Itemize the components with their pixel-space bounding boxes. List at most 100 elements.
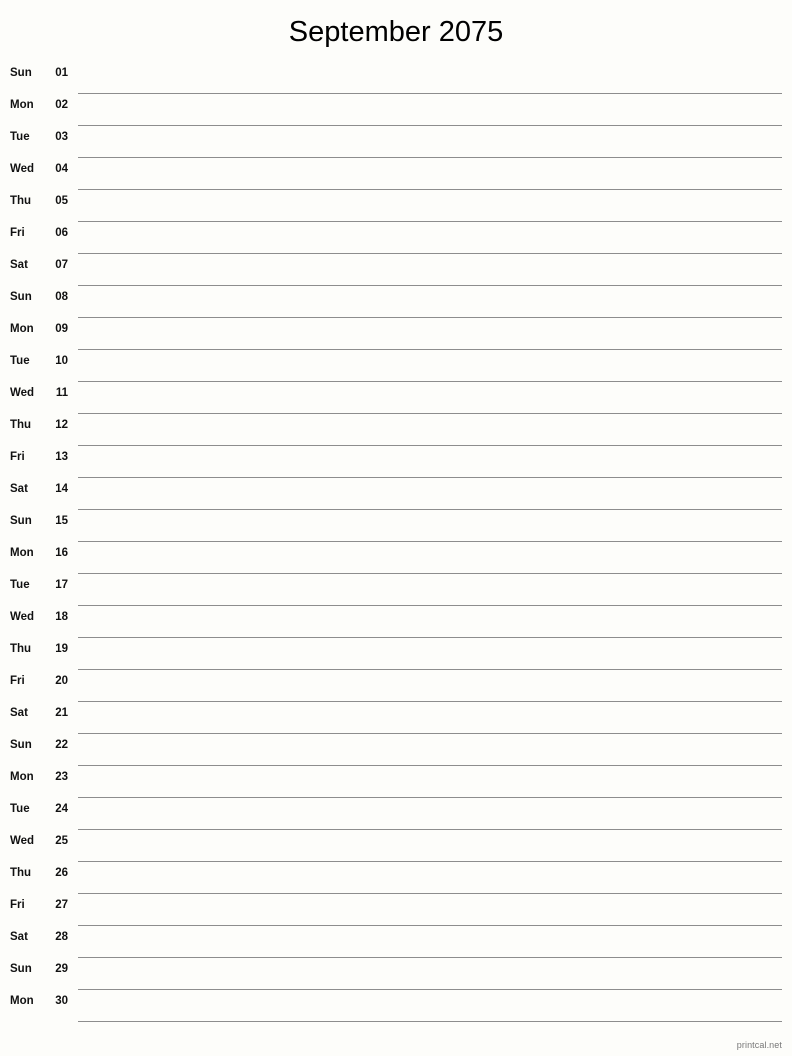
day-weekday-label: Wed [10,163,35,175]
day-notes-writing-line[interactable] [78,350,782,382]
day-notes-writing-line[interactable] [78,158,782,190]
day-number-label: 12 [55,419,68,431]
day-row: Tue 17 [0,574,792,606]
day-notes-writing-line[interactable] [78,126,782,158]
day-notes-writing-line[interactable] [78,222,782,254]
day-weekday-label: Sat [10,483,28,495]
day-notes-writing-line[interactable] [78,958,782,990]
day-row: Wed 25 [0,830,792,862]
day-row: Sat 14 [0,478,792,510]
day-row: Thu 19 [0,638,792,670]
day-weekday-label: Wed [10,835,35,847]
day-weekday-label: Tue [10,355,30,367]
day-number-label: 22 [55,739,68,751]
day-weekday-label: Sat [10,931,28,943]
day-notes-writing-line[interactable] [78,478,782,510]
day-notes-writing-line[interactable] [78,446,782,478]
day-row: Mon 02 [0,94,792,126]
day-notes-writing-line[interactable] [78,990,782,1022]
day-number-label: 29 [55,963,68,975]
day-number-label: 16 [55,547,68,559]
day-row: Sun 15 [0,510,792,542]
day-weekday-label: Sat [10,259,28,271]
day-number-label: 11 [55,387,68,399]
day-weekday-label: Tue [10,131,30,143]
day-number-label: 13 [55,451,68,463]
day-row: Sun 29 [0,958,792,990]
day-row: Mon 30 [0,990,792,1022]
day-row: Fri 06 [0,222,792,254]
day-rows-list: Sun 01 Mon 02 Tue 03 Wed 04 Thu 05 Fri 06 Sat 07 Sun 08… [0,62,792,1022]
day-number-label: 01 [55,67,68,79]
day-row: Thu 26 [0,862,792,894]
day-row: Fri 20 [0,670,792,702]
day-number-label: 20 [55,675,68,687]
day-notes-writing-line[interactable] [78,286,782,318]
day-notes-writing-line[interactable] [78,414,782,446]
day-row: Sat 07 [0,254,792,286]
day-weekday-label: Sun [10,291,32,303]
day-number-label: 27 [55,899,68,911]
day-weekday-label: Thu [10,419,32,431]
day-number-label: 18 [55,611,68,623]
day-notes-writing-line[interactable] [78,382,782,414]
day-weekday-label: Mon [10,771,34,783]
day-number-label: 19 [55,643,68,655]
day-number-label: 03 [55,131,68,143]
day-weekday-label: Mon [10,323,34,335]
day-number-label: 09 [55,323,68,335]
day-number-label: 10 [55,355,68,367]
day-number-label: 06 [55,227,68,239]
day-notes-writing-line[interactable] [78,510,782,542]
day-row: Tue 24 [0,798,792,830]
day-weekday-label: Sun [10,515,32,527]
day-row: Tue 10 [0,350,792,382]
day-notes-writing-line[interactable] [78,926,782,958]
day-notes-writing-line[interactable] [78,542,782,574]
day-notes-writing-line[interactable] [78,574,782,606]
day-row: Fri 13 [0,446,792,478]
day-notes-writing-line[interactable] [78,798,782,830]
day-number-label: 21 [55,707,68,719]
day-weekday-label: Wed [10,611,35,623]
day-weekday-label: Wed [10,387,35,399]
day-number-label: 30 [55,995,68,1007]
day-weekday-label: Sun [10,739,32,751]
day-notes-writing-line[interactable] [78,702,782,734]
day-row: Thu 12 [0,414,792,446]
day-weekday-label: Fri [10,899,25,911]
day-weekday-label: Sun [10,963,32,975]
day-number-label: 02 [55,99,68,111]
day-notes-writing-line[interactable] [78,734,782,766]
day-notes-writing-line[interactable] [78,190,782,222]
day-number-label: 26 [55,867,68,879]
day-row: Sun 22 [0,734,792,766]
day-notes-writing-line[interactable] [78,638,782,670]
day-number-label: 15 [55,515,68,527]
day-row: Mon 23 [0,766,792,798]
day-row: Sat 21 [0,702,792,734]
day-number-label: 08 [55,291,68,303]
day-row: Wed 11 [0,382,792,414]
day-weekday-label: Mon [10,547,34,559]
day-weekday-label: Mon [10,995,34,1007]
day-row: Wed 18 [0,606,792,638]
day-notes-writing-line[interactable] [78,318,782,350]
day-number-label: 28 [55,931,68,943]
day-number-label: 25 [55,835,68,847]
day-notes-writing-line[interactable] [78,670,782,702]
day-notes-writing-line[interactable] [78,254,782,286]
day-notes-writing-line[interactable] [78,606,782,638]
day-notes-writing-line[interactable] [78,862,782,894]
day-number-label: 04 [55,163,68,175]
day-notes-writing-line[interactable] [78,830,782,862]
day-number-label: 05 [55,195,68,207]
day-notes-writing-line[interactable] [78,62,782,94]
day-notes-writing-line[interactable] [78,94,782,126]
day-notes-writing-line[interactable] [78,894,782,926]
day-row: Sun 08 [0,286,792,318]
day-notes-writing-line[interactable] [78,766,782,798]
page-title: September 2075 [288,16,504,48]
day-row: Sun 01 [0,62,792,94]
day-number-label: 24 [55,803,68,815]
